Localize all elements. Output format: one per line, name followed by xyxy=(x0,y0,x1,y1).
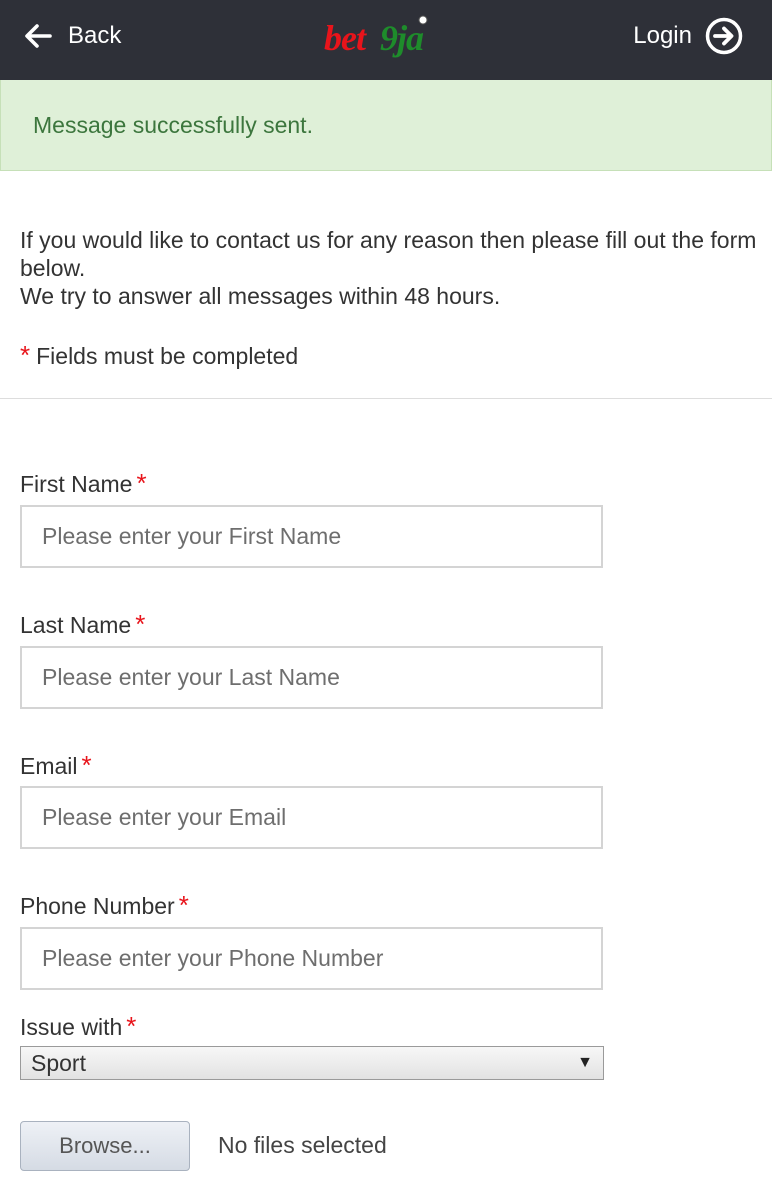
phone-number-input[interactable] xyxy=(20,927,603,990)
svg-text:bet: bet xyxy=(324,18,367,58)
browse-button[interactable]: Browse... xyxy=(20,1121,190,1171)
issue-select[interactable]: Sport ▼ xyxy=(20,1046,604,1080)
required-marker: * xyxy=(136,468,147,498)
phone-number-label-text: Phone Number xyxy=(20,893,175,919)
last-name-label: Last Name * xyxy=(20,609,145,640)
required-fields-note: * Fields must be completed xyxy=(20,340,298,371)
bet9ja-logo[interactable]: bet 9ja xyxy=(322,14,452,60)
dropdown-arrow-icon: ▼ xyxy=(577,1054,593,1071)
intro-line-1: If you would like to contact us for any … xyxy=(20,227,757,281)
browse-label: Browse... xyxy=(59,1133,151,1158)
arrow-left-icon xyxy=(25,24,52,48)
email-label: Email * xyxy=(20,750,92,781)
required-note-text: Fields must be completed xyxy=(36,343,299,369)
login-icon xyxy=(705,17,743,55)
back-label: Back xyxy=(68,22,122,49)
success-alert: Message successfully sent. xyxy=(0,80,772,171)
intro-text: If you would like to contact us for any … xyxy=(20,226,760,310)
required-marker: * xyxy=(126,1011,137,1041)
back-button[interactable]: Back xyxy=(22,18,121,54)
first-name-label-text: First Name xyxy=(20,471,133,497)
last-name-input[interactable] xyxy=(20,646,603,709)
login-label: Login xyxy=(633,22,692,49)
required-star: * xyxy=(20,340,31,370)
top-bar: Back bet 9ja Login xyxy=(0,0,772,80)
issue-selected-value: Sport xyxy=(31,1049,86,1076)
last-name-label-text: Last Name xyxy=(20,612,132,638)
issue-with-label: Issue with * xyxy=(20,1011,136,1042)
svg-text:9ja: 9ja xyxy=(380,18,424,58)
login-button[interactable]: Login xyxy=(633,16,744,56)
email-label-text: Email xyxy=(20,753,78,779)
required-marker: * xyxy=(81,750,92,780)
email-input[interactable] xyxy=(20,786,603,849)
issue-with-label-text: Issue with xyxy=(20,1014,123,1040)
success-message: Message successfully sent. xyxy=(33,111,313,138)
divider xyxy=(0,398,772,399)
required-marker: * xyxy=(178,890,189,920)
first-name-label: First Name * xyxy=(20,468,147,499)
required-marker: * xyxy=(135,609,146,639)
file-status: No files selected xyxy=(218,1132,387,1158)
first-name-input[interactable] xyxy=(20,505,603,568)
logo-image: bet 9ja xyxy=(324,15,428,58)
intro-line-2: We try to answer all messages within 48 … xyxy=(20,283,501,309)
phone-number-label: Phone Number * xyxy=(20,890,189,921)
